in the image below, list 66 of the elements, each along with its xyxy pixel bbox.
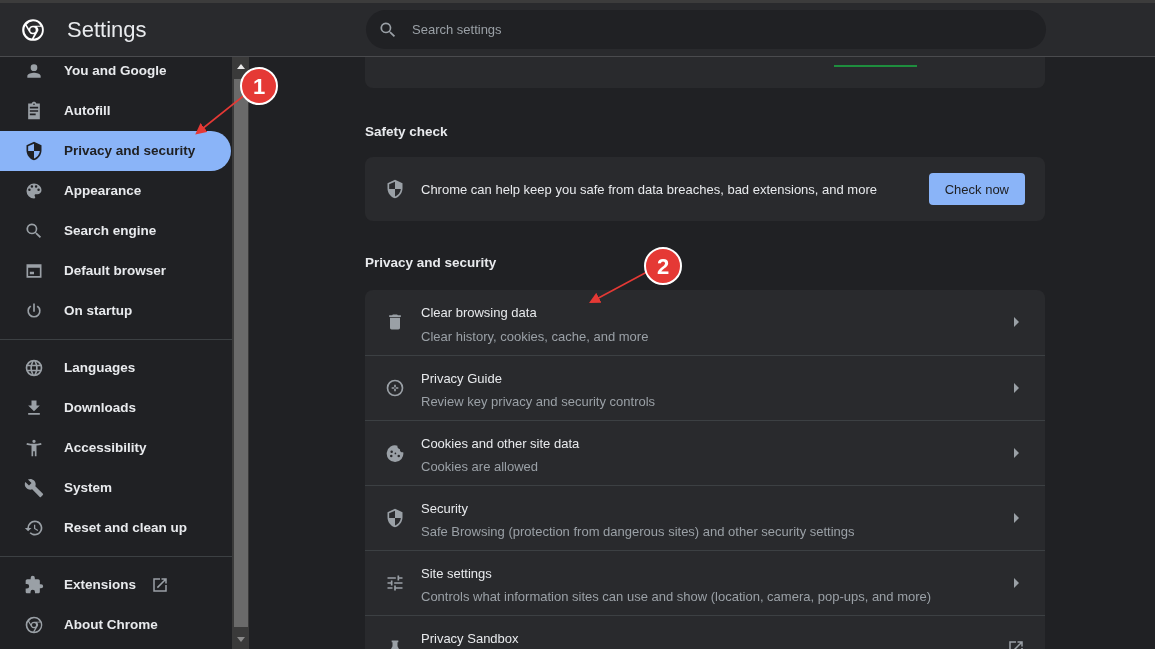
row-subtitle: Clear history, cookies, cache, and more xyxy=(421,327,649,346)
browser-window-icon xyxy=(24,261,44,281)
settings-row[interactable]: Security Safe Browsing (protection from dangerous sites) and other security settings xyxy=(365,484,1045,550)
chevron-right-icon xyxy=(1014,382,1019,393)
check-now-button[interactable]: Check now xyxy=(928,173,1025,206)
search-icon xyxy=(24,221,44,241)
chevron-right-icon xyxy=(1014,512,1019,523)
person-icon xyxy=(24,61,44,81)
row-title: Security xyxy=(421,499,468,518)
sidebar-item[interactable]: About Chrome xyxy=(0,605,231,645)
sidebar-item[interactable]: Extensions xyxy=(0,565,231,605)
palette-icon xyxy=(24,181,44,201)
row-title: Cookies and other site data xyxy=(421,434,580,453)
cookie-icon xyxy=(385,442,405,463)
globe-icon xyxy=(24,358,44,378)
section-heading: Safety check xyxy=(365,123,448,141)
chrome-logo-icon xyxy=(24,615,44,635)
chevron-right-icon xyxy=(1014,447,1019,458)
shield-icon xyxy=(24,141,44,161)
sidebar-item[interactable]: System xyxy=(0,468,231,508)
settings-row[interactable]: Cookies and other site data Cookies are allowed xyxy=(365,419,1045,485)
step-badge: 1 xyxy=(240,67,278,105)
sidebar-item[interactable]: Downloads xyxy=(0,388,231,428)
sidebar-item[interactable]: Appearance xyxy=(0,171,231,211)
sidebar-item[interactable]: Search engine xyxy=(0,211,231,251)
page-title: Settings xyxy=(67,16,147,44)
sidebar-item[interactable]: Languages xyxy=(0,348,231,388)
accessibility-icon xyxy=(24,438,44,458)
row-subtitle: Cookies are allowed xyxy=(421,458,539,476)
scroll-up-icon[interactable] xyxy=(236,64,245,69)
sidebar-item[interactable]: Reset and clean up xyxy=(0,508,231,548)
scrollbar-thumb[interactable] xyxy=(233,79,248,627)
sidebar-item[interactable]: Default browser xyxy=(0,251,231,291)
search-field[interactable]: Search settings xyxy=(366,10,1046,49)
history-icon xyxy=(24,518,44,538)
chevron-right-icon xyxy=(1014,577,1019,588)
row-title: Site settings xyxy=(421,564,492,583)
shield-icon xyxy=(385,507,405,528)
chevron-right-icon xyxy=(1014,317,1019,327)
chrome-logo-icon xyxy=(20,16,46,43)
sidebar-item[interactable]: You and Google xyxy=(0,57,231,91)
wrench-icon xyxy=(24,478,44,498)
sidebar-item[interactable]: Autofill xyxy=(0,91,231,131)
safety-check-text: Chrome can help keep you safe from data breaches, bad extensions, and more xyxy=(421,180,878,199)
row-subtitle: Controls what information sites can use and show (location, camera, pop-ups, and more) xyxy=(421,588,932,606)
settings-row[interactable]: Privacy Guide Review key privacy and security controls xyxy=(365,354,1045,420)
sidebar-item[interactable]: On startup xyxy=(0,291,231,331)
compass-icon xyxy=(385,377,405,398)
row-title: Privacy Sandbox xyxy=(421,629,519,648)
settings-row[interactable]: Clear browsing data Clear history, cookies, cache, and more xyxy=(365,289,1045,355)
settings-row[interactable]: Site settings Controls what information sites can use and show (location, camera, pop-ups, and more) xyxy=(365,549,1045,615)
row-subtitle: Safe Browsing (protection from dangerous sites) and other security settings xyxy=(421,523,855,541)
sidebar-item[interactable]: Privacy and security xyxy=(0,131,231,171)
settings-row[interactable]: Privacy Sandbox xyxy=(365,614,1045,649)
scrollbar[interactable] xyxy=(232,57,249,649)
scroll-down-icon[interactable] xyxy=(236,637,245,642)
shield-icon xyxy=(385,179,405,200)
puzzle-icon xyxy=(24,575,44,595)
power-icon xyxy=(24,301,44,321)
row-title: Clear browsing data xyxy=(421,304,537,322)
step-badge: 2 xyxy=(644,247,682,285)
row-subtitle: Review key privacy and security controls xyxy=(421,393,656,411)
section-heading: Privacy and security xyxy=(365,254,497,273)
search-icon xyxy=(378,20,398,40)
row-title: Privacy Guide xyxy=(421,369,502,388)
sidebar-item[interactable]: Accessibility xyxy=(0,428,231,468)
